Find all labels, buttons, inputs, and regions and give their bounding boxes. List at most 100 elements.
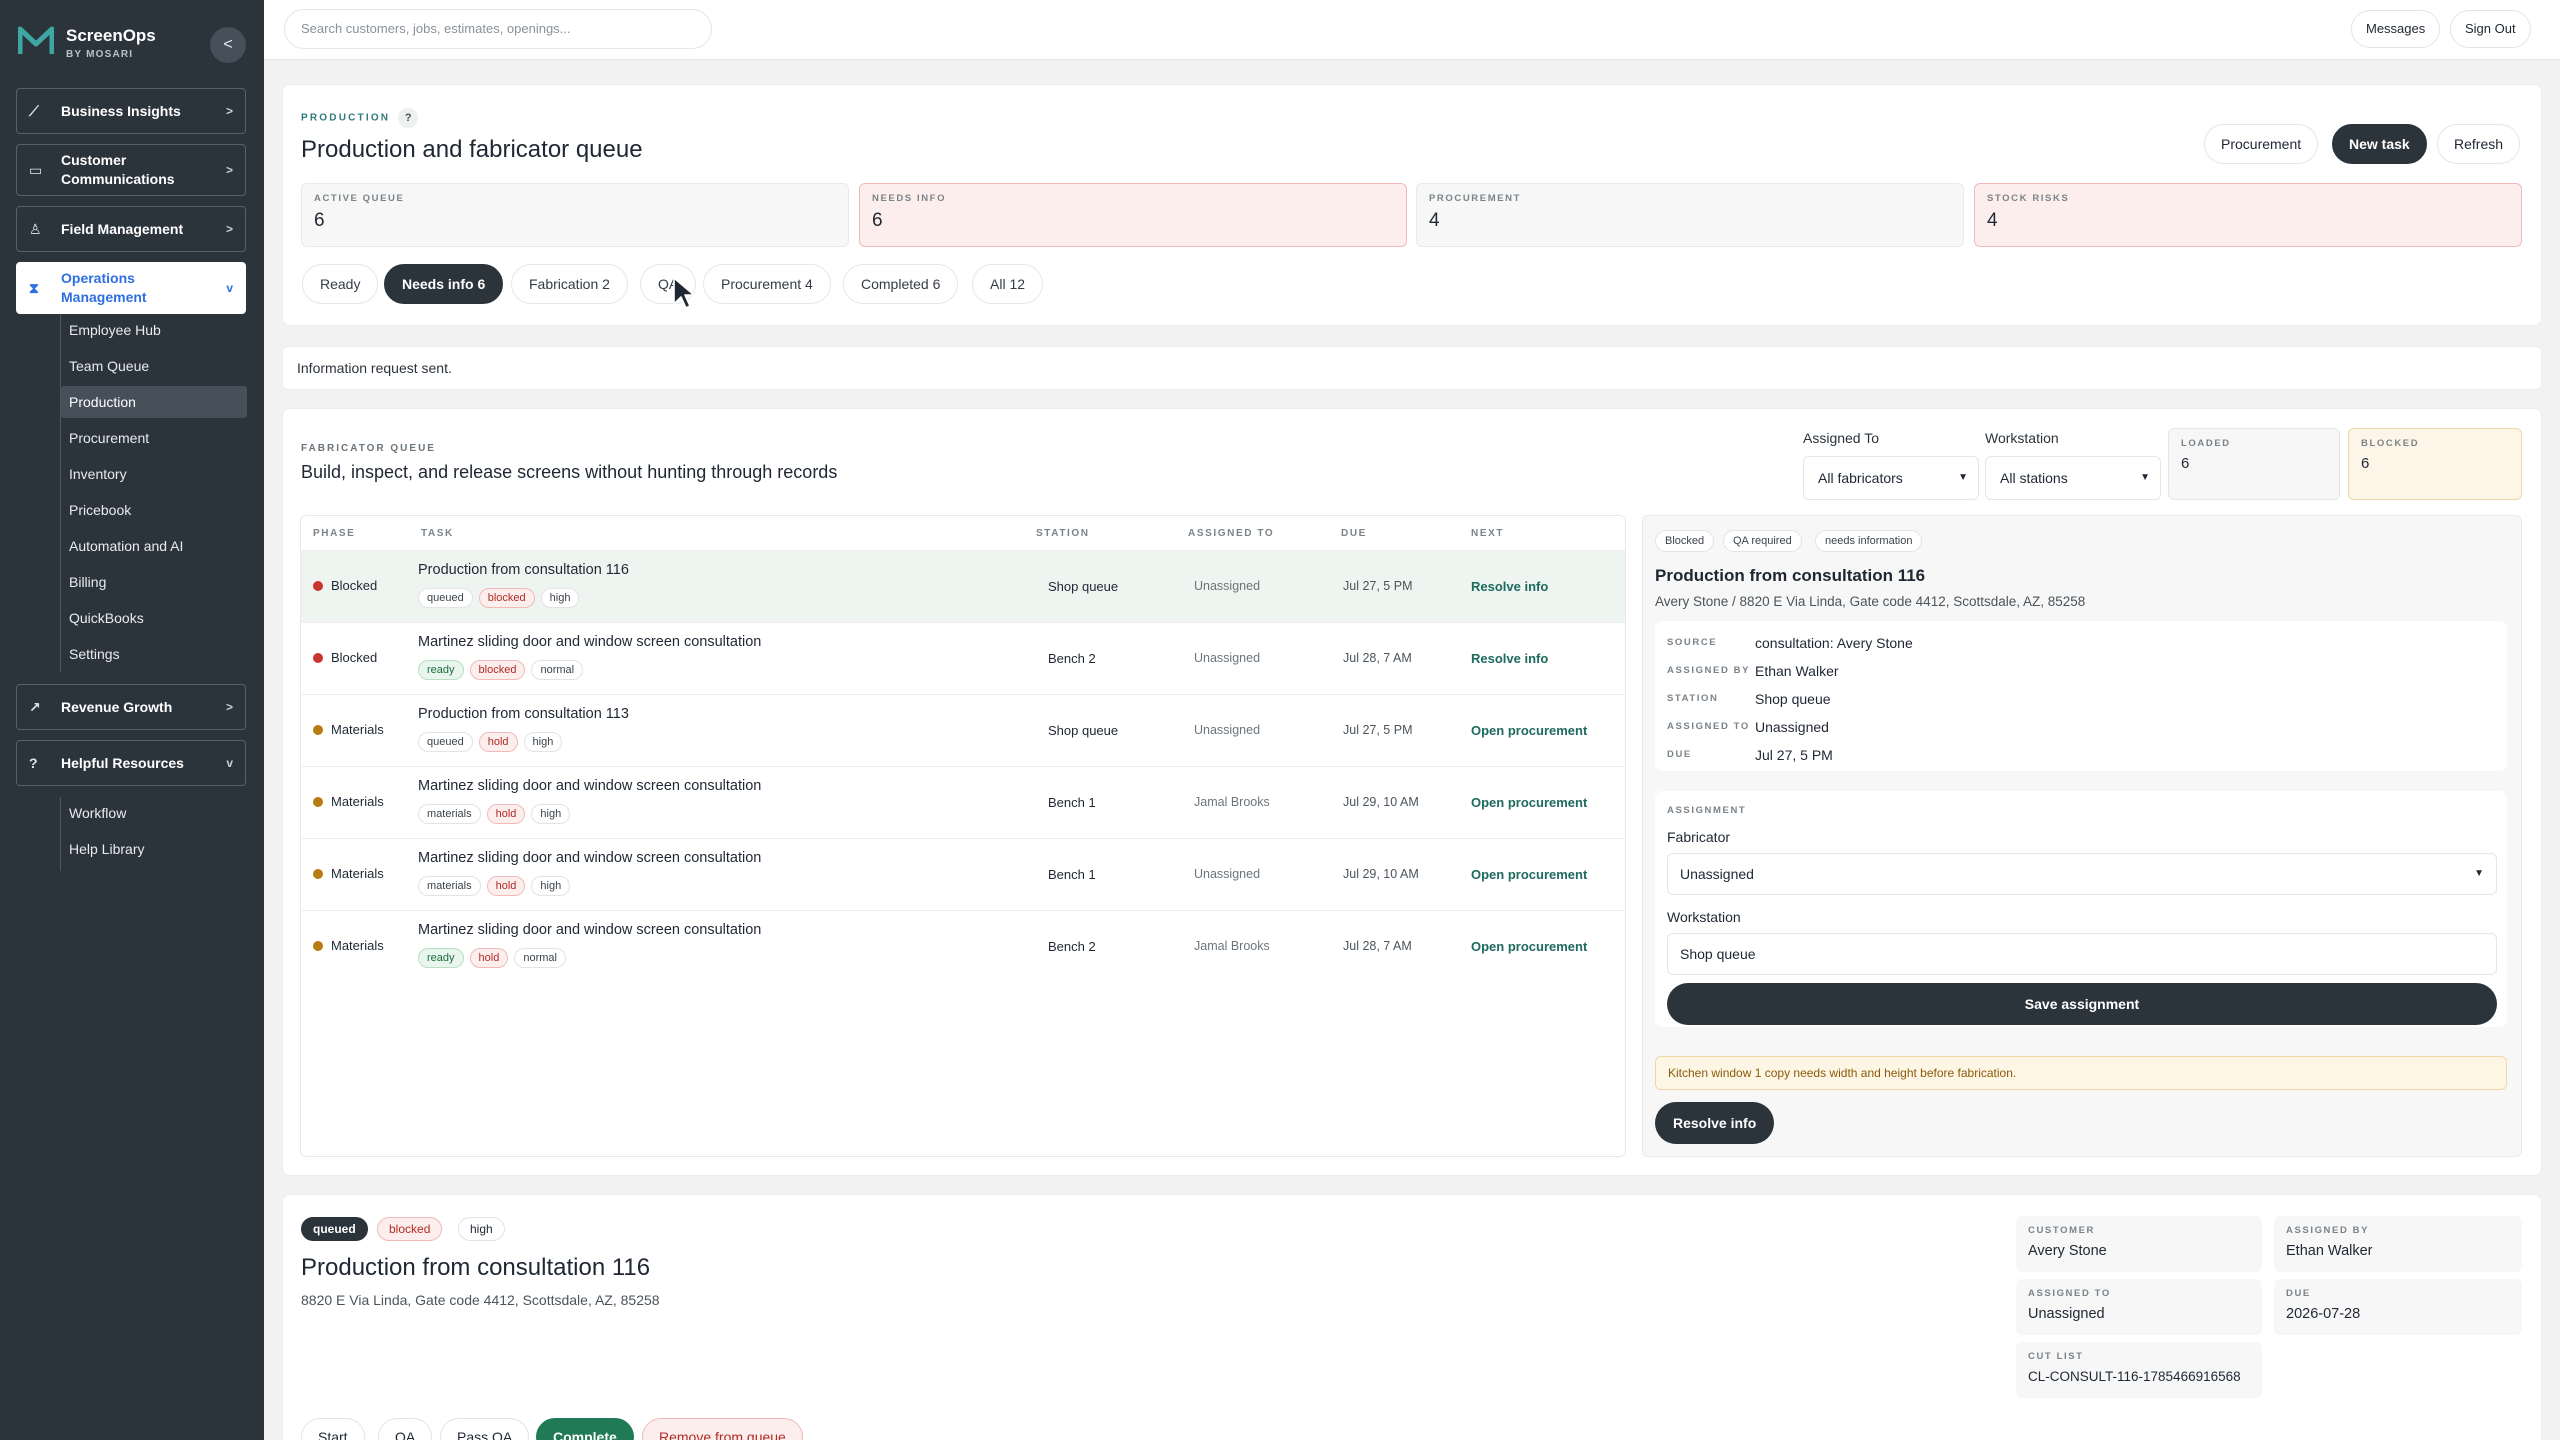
sidebar-item-procurement[interactable]: Procurement xyxy=(61,422,247,454)
sidebar-item-help-library[interactable]: Help Library xyxy=(61,833,247,865)
info-due: DUE 2026-07-28 xyxy=(2274,1279,2522,1335)
col-task: TASK xyxy=(421,528,454,539)
row-chip: ready xyxy=(418,660,464,680)
row-chip: hold xyxy=(486,804,526,824)
row-chip: high xyxy=(540,588,580,608)
queue-title: Build, inspect, and release screens with… xyxy=(301,462,838,482)
nav-helpful-resources[interactable]: ? Helpful Resources v xyxy=(16,740,246,786)
save-assignment-button[interactable]: Save assignment xyxy=(1667,983,2497,1025)
collapse-sidebar-button[interactable]: < xyxy=(210,27,246,63)
resolve-info-button[interactable]: Resolve info xyxy=(1655,1102,1775,1144)
nav-revenue-growth[interactable]: ↗ Revenue Growth > xyxy=(16,684,246,730)
stat-label: NEEDS INFO xyxy=(872,193,947,204)
sidebar-item-workflow[interactable]: Workflow xyxy=(61,797,247,829)
sidebar-item-automation[interactable]: Automation and AI xyxy=(61,530,247,562)
help-icon[interactable]: ? xyxy=(398,108,419,128)
sidebar-item-production[interactable]: Production xyxy=(61,386,247,418)
fabricator-label: Fabricator xyxy=(1667,829,1731,845)
sidebar-item-inventory[interactable]: Inventory xyxy=(61,458,247,490)
nav-operations-management[interactable]: ⧗ Operations Management v xyxy=(16,262,246,314)
row-task[interactable]: Production from consultation 116 xyxy=(418,562,629,578)
nav-field-management[interactable]: ♙ Field Management > xyxy=(16,206,246,252)
table-row[interactable]: Materials Martinez sliding door and windo… xyxy=(301,766,1625,838)
row-next-action[interactable]: Open procurement xyxy=(1471,723,1587,738)
qa-button[interactable]: QA xyxy=(378,1418,433,1440)
start-button[interactable]: Start xyxy=(301,1418,365,1440)
nav-group-bottom: ↗ Revenue Growth > ? Helpful Resources v xyxy=(16,684,246,796)
sidebar-item-employee-hub[interactable]: Employee Hub xyxy=(61,314,247,346)
row-chips: ready blocked normal xyxy=(418,660,584,680)
row-next-action[interactable]: Open procurement xyxy=(1471,939,1587,954)
row-station: Bench 2 xyxy=(1048,651,1096,666)
info-assigned-by: ASSIGNED BY Ethan Walker xyxy=(2274,1216,2522,1272)
table-row[interactable]: Blocked Production from consultation 116 q… xyxy=(301,550,1625,622)
messages-button[interactable]: Messages xyxy=(2351,10,2441,48)
col-next: NEXT xyxy=(1471,528,1505,539)
brand-sub: BY MOSARI xyxy=(66,49,134,60)
table-row[interactable]: Blocked Martinez sliding door and window … xyxy=(301,622,1625,694)
workstation-select[interactable]: All stations ▼ xyxy=(1985,456,2161,500)
nav-customer-communications[interactable]: ▭ Customer Communications > xyxy=(16,144,246,196)
row-task[interactable]: Martinez sliding door and window screen … xyxy=(418,778,761,794)
workstation-input[interactable]: Shop queue xyxy=(1667,933,2497,975)
sidebar-item-pricebook[interactable]: Pricebook xyxy=(61,494,247,526)
stat-value: 6 xyxy=(314,210,325,231)
sidebar-item-quickbooks[interactable]: QuickBooks xyxy=(61,602,247,634)
row-chip: materials xyxy=(418,876,481,896)
sign-out-button[interactable]: Sign Out xyxy=(2450,10,2531,48)
info-cut-list: CUT LIST CL-CONSULT-116-1785466916568 xyxy=(2016,1342,2262,1398)
info-value: CL-CONSULT-116-1785466916568 xyxy=(2028,1369,2241,1384)
trend-icon: ↗ xyxy=(29,698,41,715)
row-task[interactable]: Production from consultation 113 xyxy=(418,706,629,722)
status-dot-icon xyxy=(313,653,323,663)
chevron-down-icon: ▼ xyxy=(1958,472,1968,483)
procurement-button[interactable]: Procurement xyxy=(2204,124,2319,164)
search-input[interactable]: Search customers, jobs, estimates, openi… xyxy=(284,9,712,49)
table-row[interactable]: Materials Martinez sliding door and windo… xyxy=(301,910,1625,982)
nav-business-insights[interactable]: ⟋ Business Insights > xyxy=(16,88,246,134)
remove-from-queue-button[interactable]: Remove from queue xyxy=(642,1418,803,1440)
tab-completed[interactable]: Completed 6 xyxy=(843,264,959,304)
phase-text: Blocked xyxy=(331,578,378,593)
status-dot-icon xyxy=(313,725,323,735)
row-task[interactable]: Martinez sliding door and window screen … xyxy=(418,634,761,650)
refresh-button[interactable]: Refresh xyxy=(2437,124,2521,164)
table-row[interactable]: Materials Production from consultation 11… xyxy=(301,694,1625,766)
row-task[interactable]: Martinez sliding door and window screen … xyxy=(418,922,761,938)
tab-all[interactable]: All 12 xyxy=(972,264,1044,304)
tab-fabrication[interactable]: Fabrication 2 xyxy=(511,264,628,304)
sidebar-item-settings[interactable]: Settings xyxy=(61,638,247,670)
col-due: DUE xyxy=(1341,528,1367,539)
mosari-logo[interactable] xyxy=(18,26,54,56)
hourglass-icon: ⧗ xyxy=(29,279,39,296)
detail-address: Avery Stone / 8820 E Via Linda, Gate cod… xyxy=(1655,594,2086,609)
row-chip: queued xyxy=(418,588,473,608)
select-value: Unassigned xyxy=(1680,866,1754,882)
complete-button[interactable]: Complete xyxy=(536,1418,634,1440)
tab-needs-info[interactable]: Needs info 6 xyxy=(384,264,504,304)
assigned-to-select[interactable]: All fabricators ▼ xyxy=(1803,456,1979,500)
chevron-down-icon: ▼ xyxy=(2474,868,2484,879)
phase-text: Blocked xyxy=(331,650,378,665)
row-assigned: Unassigned xyxy=(1194,579,1261,593)
tab-procurement[interactable]: Procurement 4 xyxy=(703,264,831,304)
mini-value: 6 xyxy=(2361,455,2370,472)
row-next-action[interactable]: Resolve info xyxy=(1471,579,1548,594)
sidebar-item-billing[interactable]: Billing xyxy=(61,566,247,598)
stat-stock-risks: STOCK RISKS 4 xyxy=(1974,183,2522,247)
tab-ready[interactable]: Ready xyxy=(302,264,379,304)
fabricator-select[interactable]: Unassigned ▼ xyxy=(1667,853,2497,895)
chevron-right-icon: > xyxy=(225,162,233,177)
sidebar-item-team-queue[interactable]: Team Queue xyxy=(61,350,247,382)
row-next-action[interactable]: Open procurement xyxy=(1471,867,1587,882)
blocked-count: BLOCKED 6 xyxy=(2348,428,2522,500)
table-row[interactable]: Materials Martinez sliding door and windo… xyxy=(301,838,1625,910)
row-next-action[interactable]: Open procurement xyxy=(1471,795,1587,810)
row-task[interactable]: Martinez sliding door and window screen … xyxy=(418,850,761,866)
row-next-action[interactable]: Resolve info xyxy=(1471,651,1548,666)
col-phase: PHASE xyxy=(313,528,356,539)
info-label: CUT LIST xyxy=(2028,1351,2084,1362)
new-task-button[interactable]: New task xyxy=(2332,124,2427,164)
pass-qa-button[interactable]: Pass QA xyxy=(440,1418,530,1440)
eyebrow-text: PRODUCTION xyxy=(301,112,391,124)
